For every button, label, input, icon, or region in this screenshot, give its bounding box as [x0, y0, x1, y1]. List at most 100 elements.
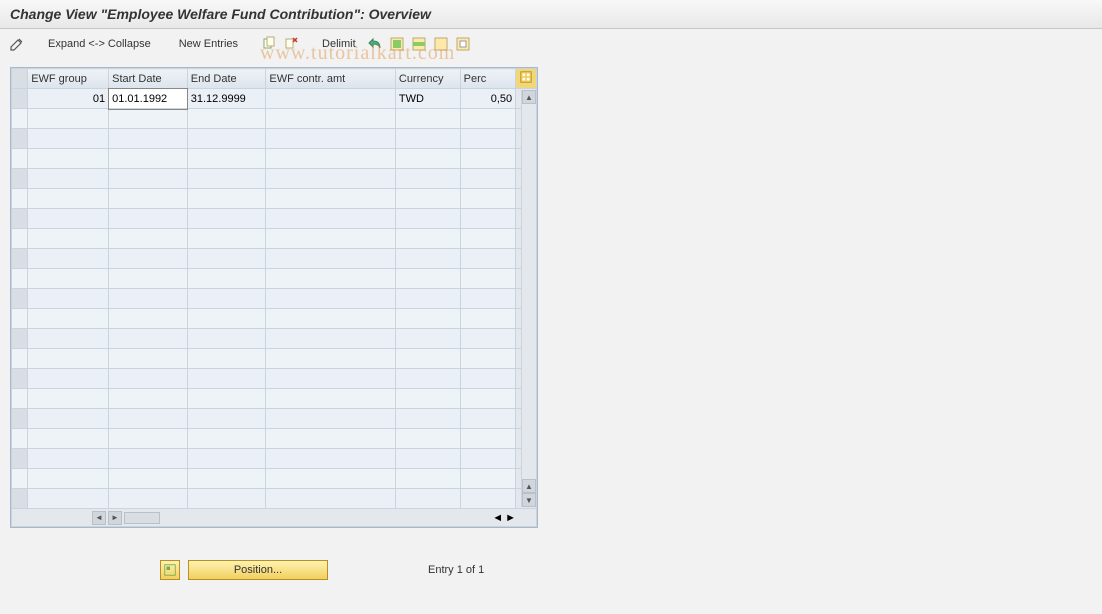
deselect-all-icon[interactable] [432, 35, 450, 53]
row-selector[interactable] [12, 89, 28, 109]
row-selector[interactable] [12, 409, 28, 429]
cell-ewf_group[interactable] [28, 289, 109, 309]
cell-perc[interactable] [460, 209, 516, 229]
cell-perc[interactable] [460, 149, 516, 169]
cell-end_date[interactable] [187, 189, 266, 209]
cell-ewf_amt[interactable] [266, 389, 396, 409]
cell-ewf_group[interactable] [28, 329, 109, 349]
new-entries-button[interactable]: New Entries [173, 38, 244, 50]
cell-perc[interactable] [460, 229, 516, 249]
scroll-right-icon[interactable]: ► [505, 512, 516, 524]
cell-start_date[interactable] [109, 489, 188, 509]
cell-currency[interactable] [395, 109, 460, 129]
cell-perc[interactable]: 0,50 [460, 89, 516, 109]
cell-start_date[interactable] [109, 229, 188, 249]
cell-start_date[interactable] [109, 189, 188, 209]
row-selector[interactable] [12, 489, 28, 509]
cell-currency[interactable] [395, 169, 460, 189]
col-header-end-date[interactable]: End Date [187, 69, 266, 89]
cell-end_date[interactable] [187, 409, 266, 429]
cell-perc[interactable] [460, 289, 516, 309]
cell-ewf_group[interactable] [28, 489, 109, 509]
cell-start_date[interactable] [109, 309, 188, 329]
cell-ewf_group[interactable] [28, 429, 109, 449]
row-selector[interactable] [12, 429, 28, 449]
cell-start_date[interactable] [109, 409, 188, 429]
cell-ewf_group[interactable] [28, 349, 109, 369]
cell-ewf_group[interactable] [28, 469, 109, 489]
cell-currency[interactable] [395, 209, 460, 229]
cell-end_date[interactable] [187, 249, 266, 269]
row-selector[interactable] [12, 169, 28, 189]
cell-perc[interactable] [460, 409, 516, 429]
cell-ewf_amt[interactable] [266, 469, 396, 489]
cell-end_date[interactable] [187, 429, 266, 449]
cell-end_date[interactable] [187, 329, 266, 349]
cell-end_date[interactable] [187, 109, 266, 129]
cell-end_date[interactable] [187, 389, 266, 409]
cell-currency[interactable] [395, 489, 460, 509]
cell-ewf_amt[interactable] [266, 249, 396, 269]
cell-perc[interactable] [460, 389, 516, 409]
cell-perc[interactable] [460, 349, 516, 369]
table-settings-icon[interactable] [516, 69, 537, 89]
row-selector[interactable] [12, 149, 28, 169]
pencil-icon[interactable] [8, 35, 26, 53]
cell-currency[interactable] [395, 149, 460, 169]
cell-ewf_amt[interactable] [266, 129, 396, 149]
cell-ewf_group[interactable] [28, 169, 109, 189]
cell-start_date[interactable] [109, 209, 188, 229]
cell-currency[interactable]: TWD [395, 89, 460, 109]
cell-end_date[interactable] [187, 149, 266, 169]
cell-ewf_amt[interactable] [266, 449, 396, 469]
cell-start_date[interactable] [109, 329, 188, 349]
cell-start_date[interactable] [109, 109, 188, 129]
cell-ewf_group[interactable] [28, 109, 109, 129]
row-selector[interactable] [12, 209, 28, 229]
cell-start_date[interactable] [109, 289, 188, 309]
select-all-icon[interactable] [388, 35, 406, 53]
cell-end_date[interactable] [187, 229, 266, 249]
scroll-left-icon[interactable]: ◄ [92, 511, 106, 525]
cell-ewf_group[interactable] [28, 149, 109, 169]
cell-start_date[interactable] [109, 269, 188, 289]
col-header-ewf-group[interactable]: EWF group [28, 69, 109, 89]
cell-currency[interactable] [395, 469, 460, 489]
col-header-ewf-amt[interactable]: EWF contr. amt [266, 69, 396, 89]
cell-ewf_amt[interactable] [266, 109, 396, 129]
cell-currency[interactable] [395, 189, 460, 209]
cell-currency[interactable] [395, 389, 460, 409]
scroll-down-icon[interactable]: ▼ [522, 493, 536, 507]
cell-ewf_amt[interactable] [266, 149, 396, 169]
cell-ewf_amt[interactable] [266, 189, 396, 209]
row-selector[interactable] [12, 369, 28, 389]
row-selector[interactable] [12, 329, 28, 349]
scroll-right-icon[interactable]: ► [108, 511, 122, 525]
cell-start_date[interactable] [109, 469, 188, 489]
cell-end_date[interactable] [187, 369, 266, 389]
hscroll-track[interactable] [124, 512, 160, 524]
cell-perc[interactable] [460, 249, 516, 269]
cell-ewf_group[interactable] [28, 249, 109, 269]
cell-perc[interactable] [460, 189, 516, 209]
cell-perc[interactable] [460, 109, 516, 129]
cell-start_date[interactable] [109, 129, 188, 149]
cell-perc[interactable] [460, 449, 516, 469]
col-header-start-date[interactable]: Start Date [109, 69, 188, 89]
row-selector[interactable] [12, 289, 28, 309]
cell-start_date[interactable] [109, 349, 188, 369]
cell-start_date[interactable] [109, 369, 188, 389]
print-config-icon[interactable] [454, 35, 472, 53]
cell-ewf_amt[interactable] [266, 489, 396, 509]
cell-start_date[interactable] [109, 389, 188, 409]
col-header-currency[interactable]: Currency [395, 69, 460, 89]
cell-currency[interactable] [395, 349, 460, 369]
cell-start_date[interactable] [109, 149, 188, 169]
cell-ewf_amt[interactable] [266, 289, 396, 309]
row-selector[interactable] [12, 469, 28, 489]
expand-collapse-button[interactable]: Expand <-> Collapse [42, 38, 157, 50]
cell-currency[interactable] [395, 129, 460, 149]
cell-end_date[interactable] [187, 449, 266, 469]
cell-perc[interactable] [460, 309, 516, 329]
row-selector[interactable] [12, 129, 28, 149]
